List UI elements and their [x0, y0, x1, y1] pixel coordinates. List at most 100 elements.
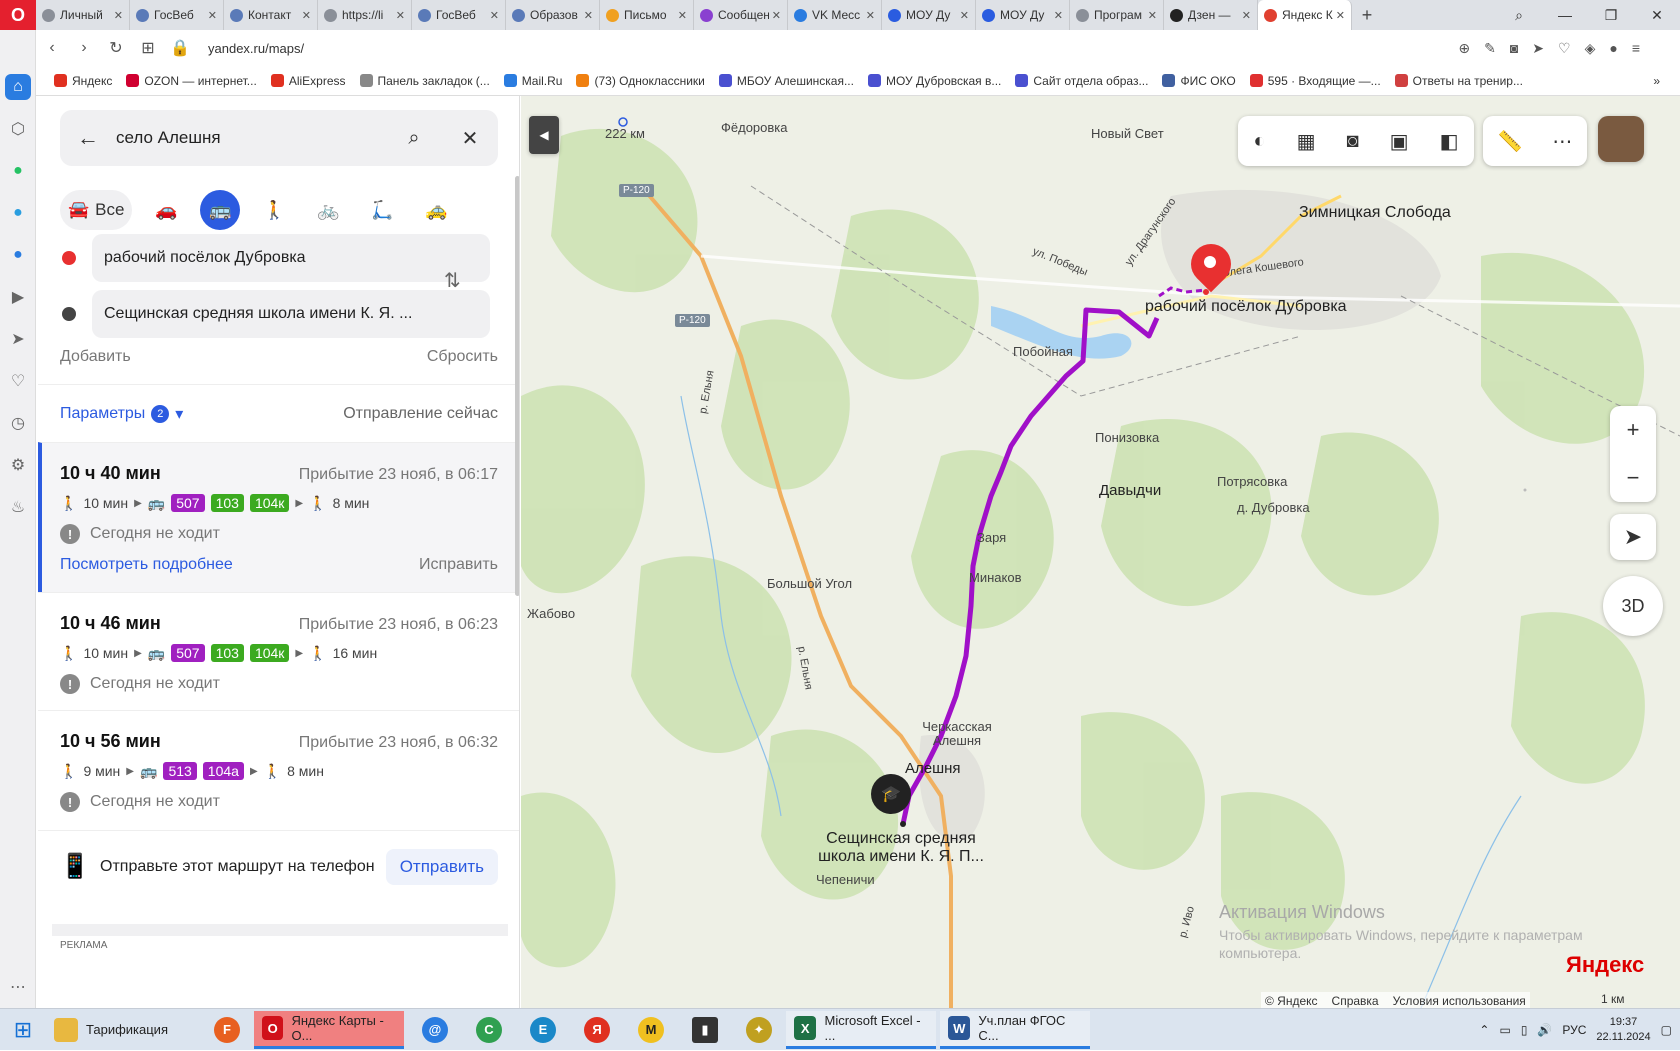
reset-button[interactable]: Сбросить — [427, 348, 498, 366]
close-window-button[interactable]: ✕ — [1634, 7, 1680, 24]
browser-tab[interactable]: МОУ Ду ✕ — [976, 0, 1070, 30]
bookmark-item[interactable]: Панель закладок (... — [359, 74, 490, 88]
zoom-out-button[interactable]: − — [1627, 454, 1640, 502]
back-arrow-icon[interactable]: ← — [60, 125, 116, 151]
heart-icon[interactable]: ♡ — [1558, 40, 1571, 57]
taskbar-opera[interactable]: O Яндекс Карты - О... — [254, 1010, 404, 1049]
bookmark-item[interactable]: Ответы на тренир... — [1394, 74, 1523, 88]
tab-close-icon[interactable]: ✕ — [1148, 9, 1157, 22]
taskbar-effects-icon[interactable]: ✦ — [732, 1011, 786, 1049]
lightbulb-icon[interactable]: ♨ — [0, 486, 36, 528]
bus-icon[interactable]: 🚌 — [200, 190, 241, 230]
transit-icon[interactable]: ▣ — [1390, 129, 1409, 154]
heart-sidebar-icon[interactable]: ♡ — [0, 360, 36, 402]
opera-logo-icon[interactable]: O — [0, 0, 36, 30]
bookmark-item[interactable]: МОУ Дубровская в... — [867, 74, 1001, 88]
help-link[interactable]: Справка — [1332, 994, 1379, 1008]
collapse-panel-button[interactable]: ◀ — [529, 116, 559, 154]
tab-close-icon[interactable]: ✕ — [1054, 9, 1063, 22]
tab-close-icon[interactable]: ✕ — [866, 9, 875, 22]
tab-close-icon[interactable]: ✕ — [208, 9, 217, 22]
taskbar-video-icon[interactable]: ▮ — [678, 1011, 732, 1049]
bike-icon[interactable]: 🚲 — [308, 190, 348, 230]
layers-icon[interactable]: ◐ — [1254, 130, 1266, 153]
vk-icon[interactable]: ● — [0, 234, 36, 276]
new-tab-button[interactable]: + — [1352, 5, 1382, 26]
history-icon[interactable]: ◷ — [0, 402, 36, 444]
locate-icon[interactable]: ➤ — [1610, 514, 1656, 560]
clock[interactable]: 19:37 22.11.2024 — [1596, 1015, 1650, 1045]
tab-close-icon[interactable]: ✕ — [302, 9, 311, 22]
cube-sidebar-icon[interactable]: ⬡ — [0, 108, 36, 150]
walk-icon[interactable]: 🚶 — [254, 190, 294, 230]
tab-close-icon[interactable]: ✕ — [490, 9, 499, 22]
zoom-in-button[interactable]: + — [1627, 406, 1640, 454]
avatar[interactable] — [1598, 116, 1644, 162]
browser-tab[interactable]: ГосВеб ✕ — [130, 0, 224, 30]
tab-close-icon[interactable]: ✕ — [1336, 9, 1345, 22]
tab-close-icon[interactable]: ✕ — [772, 9, 781, 22]
route-details-link[interactable]: Посмотреть подробнее — [60, 556, 233, 574]
ruler-icon[interactable]: 📏 — [1498, 129, 1523, 154]
maximize-button[interactable]: ❐ — [1588, 7, 1634, 24]
send-sidebar-icon[interactable]: ➤ — [0, 318, 36, 360]
notifications-icon[interactable]: ▢ — [1661, 1023, 1672, 1037]
tab-close-icon[interactable]: ✕ — [584, 9, 593, 22]
mode-all-button[interactable]: 🚘 Все — [60, 190, 133, 230]
tray-arrow-icon[interactable]: ⌃ — [1479, 1023, 1489, 1037]
taskbar-mail-icon[interactable]: @ — [408, 1011, 462, 1049]
browser-tab[interactable]: Образов ✕ — [506, 0, 600, 30]
menu-icon[interactable]: ≡ — [1632, 40, 1640, 57]
back-icon[interactable]: ‹ — [36, 39, 68, 57]
browser-tab[interactable]: Яндекс К ✕ — [1258, 0, 1352, 30]
add-point-button[interactable]: Добавить — [60, 348, 131, 366]
terms-link[interactable]: Условия использования — [1393, 994, 1526, 1008]
params-button[interactable]: Параметры 2 ▾ — [60, 404, 183, 424]
close-icon[interactable]: ✕ — [442, 126, 498, 151]
battery-icon[interactable]: ▯ — [1521, 1023, 1528, 1037]
camera-icon[interactable]: ◙ — [1510, 40, 1518, 57]
reload-icon[interactable]: ↻ — [100, 38, 132, 58]
three-d-button[interactable]: 3D — [1603, 576, 1663, 636]
from-field[interactable]: рабочий посёлок Дубровка — [92, 234, 490, 282]
car-icon[interactable]: 🚗 — [146, 190, 186, 230]
minimize-button[interactable]: — — [1542, 7, 1588, 23]
taskbar-word[interactable]: W Уч.план ФГОС С... — [940, 1010, 1090, 1049]
bookmark-item[interactable]: (73) Одноклассники — [576, 74, 705, 88]
player-icon[interactable]: ▶ — [0, 276, 36, 318]
browser-tab[interactable]: Дзен — ✕ — [1164, 0, 1258, 30]
browser-tab[interactable]: VK Месс ✕ — [788, 0, 882, 30]
whatsapp-icon[interactable]: ● — [0, 150, 36, 192]
tab-close-icon[interactable]: ✕ — [1242, 9, 1251, 22]
tab-close-icon[interactable]: ✕ — [678, 9, 687, 22]
taxi-icon[interactable]: 🚕 — [416, 190, 456, 230]
more-sidebar-icon[interactable]: ⋯ — [0, 966, 36, 1008]
network-icon[interactable]: ▭ — [1499, 1023, 1510, 1037]
profile-icon[interactable]: ● — [1609, 40, 1617, 57]
taskbar-folder[interactable]: Тарификация — [46, 1011, 196, 1049]
tab-close-icon[interactable]: ✕ — [960, 9, 969, 22]
send-button[interactable]: Отправить — [385, 848, 498, 885]
forward-icon[interactable]: › — [68, 39, 100, 57]
taskbar-firefox-icon[interactable]: F — [200, 1011, 254, 1049]
bookmark-item[interactable]: Mail.Ru — [503, 74, 562, 88]
taskbar-yamusic-icon[interactable]: M — [624, 1011, 678, 1049]
browser-tab[interactable]: ГосВеб ✕ — [412, 0, 506, 30]
browser-tab[interactable]: Письмо ✕ — [600, 0, 694, 30]
layer-stack-icon[interactable]: ◧ — [1440, 129, 1459, 154]
panel-scrollbar[interactable] — [515, 176, 519, 596]
bookmark-item[interactable]: OZON — интернет... — [126, 74, 257, 88]
route-fix-link[interactable]: Исправить — [419, 556, 498, 574]
bookmark-item[interactable]: AliExpress — [270, 74, 346, 88]
photo-icon[interactable]: ◙ — [1347, 130, 1359, 153]
url-field[interactable]: yandex.ru/maps/ — [208, 41, 304, 56]
cube-icon[interactable]: ◈ — [1585, 40, 1596, 57]
route-option[interactable]: 10 ч 46 мин Прибытие 23 нояб, в 06:23 🚶 10 … — [38, 592, 519, 710]
browser-tab[interactable]: https://li ✕ — [318, 0, 412, 30]
volume-icon[interactable]: 🔊 — [1537, 1023, 1552, 1037]
search-input[interactable]: село Алешня — [116, 128, 386, 148]
edit-icon[interactable]: ✎ — [1484, 40, 1496, 57]
scooter-icon[interactable]: 🛴 — [362, 190, 402, 230]
route-option[interactable]: 10 ч 56 мин Прибытие 23 нояб, в 06:32 🚶 9 м… — [38, 710, 519, 830]
bookmark-item[interactable]: 595 · Входящие —... — [1249, 74, 1381, 88]
